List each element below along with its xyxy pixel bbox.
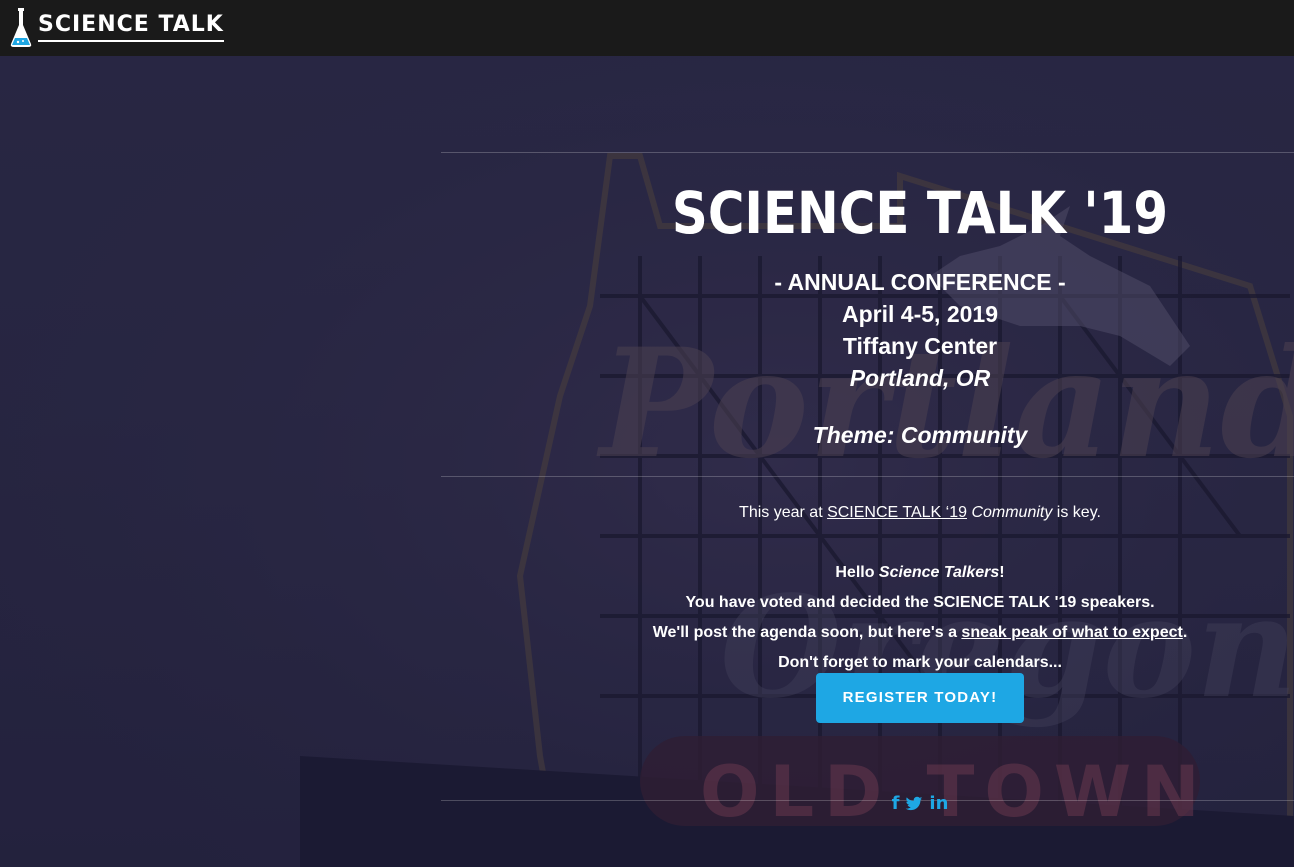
top-navbar: SCIENCE TALK	[0, 0, 1294, 56]
twitter-icon[interactable]	[905, 796, 923, 812]
conference-venue: Tiffany Center	[842, 333, 998, 359]
hello-message: Hello Science Talkers! You have voted an…	[441, 558, 1294, 678]
flask-icon	[10, 8, 32, 47]
greeting-suffix: !	[999, 564, 1005, 581]
conference-theme: Theme: Community	[812, 422, 1028, 448]
hero-section: Portland Oregon OLD TOWN SCIENCE TALK '1…	[0, 56, 1294, 867]
conference-title: SCIENCE TALK '19	[671, 179, 1169, 247]
hello-greeting: Hello Science Talkers!	[441, 558, 1294, 588]
greeting-emphasis: Science Talkers	[878, 564, 1000, 581]
conference-location: Portland, OR	[849, 365, 991, 391]
social-links: f in	[888, 793, 952, 815]
site-logo[interactable]: SCIENCE TALK	[8, 6, 224, 48]
brand-name: SCIENCE TALK	[38, 12, 224, 42]
facebook-icon[interactable]: f	[892, 794, 900, 814]
intro-prefix: This year at	[739, 504, 828, 521]
divider-bottom	[441, 800, 1294, 801]
intro-emphasis: Community	[971, 504, 1053, 521]
intro-text: This year at SCIENCE TALK ‘19 Community …	[441, 502, 1294, 524]
line3-prefix: We'll post the agenda soon, but here's a	[652, 624, 962, 641]
register-button[interactable]: REGISTER TODAY!	[816, 673, 1024, 723]
intro-suffix: is key.	[1052, 504, 1101, 521]
conference-label: - ANNUAL CONFERENCE -	[774, 269, 1066, 295]
conference-dates: April 4-5, 2019	[842, 301, 998, 327]
hello-line-2: You have voted and decided the SCIENCE T…	[685, 594, 1155, 611]
greeting-prefix: Hello	[835, 564, 879, 581]
sneak-peak-link[interactable]: sneak peak of what to expect	[961, 624, 1182, 641]
intro-link[interactable]: SCIENCE TALK ‘19	[827, 504, 967, 521]
hello-line-3: We'll post the agenda soon, but here's a…	[441, 618, 1294, 648]
linkedin-icon[interactable]: in	[929, 794, 948, 814]
hero-content: SCIENCE TALK '19 - ANNUAL CONFERENCE - A…	[441, 56, 1294, 814]
line3-suffix: .	[1182, 624, 1188, 641]
